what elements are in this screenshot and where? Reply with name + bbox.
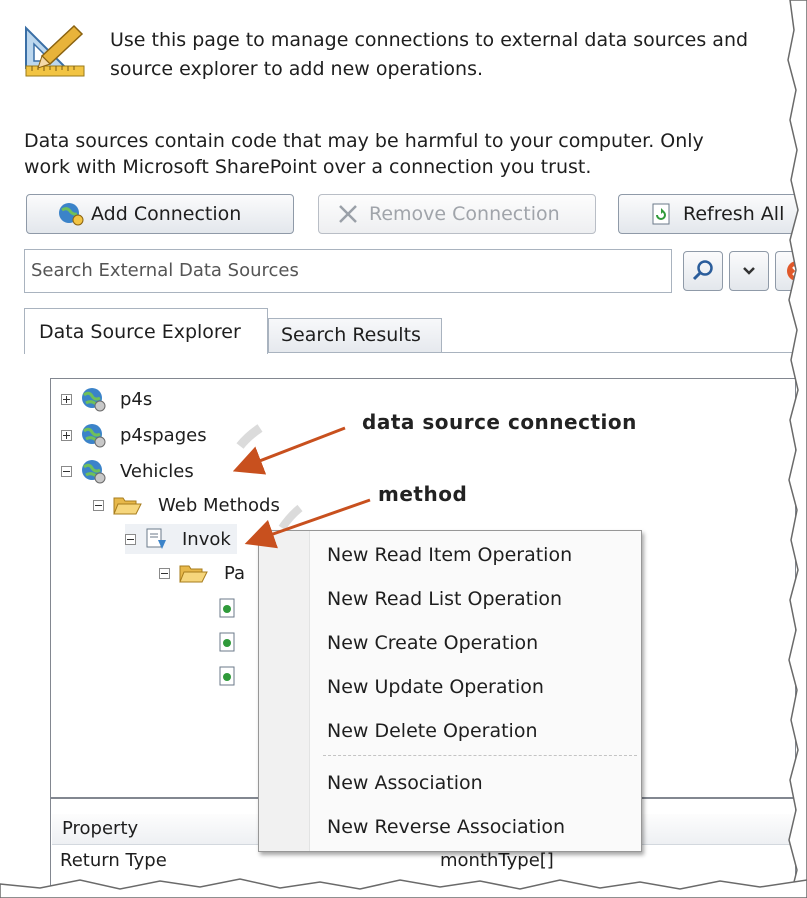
ruler-pencil-icon — [22, 24, 86, 80]
tree-item-label: Pa — [224, 562, 246, 584]
collapse-icon[interactable] — [159, 567, 170, 579]
search-button[interactable] — [683, 251, 723, 291]
expand-icon[interactable] — [61, 429, 72, 441]
menu-icon-column — [259, 531, 310, 851]
menu-item-new-association[interactable]: New Association — [327, 768, 483, 798]
tree-item-label: Web Methods — [158, 494, 280, 516]
refresh-all-label: Refresh All — [683, 203, 785, 225]
field-icon[interactable] — [219, 666, 235, 686]
menu-item-new-delete-operation[interactable]: New Delete Operation — [327, 716, 538, 746]
add-connection-button[interactable]: Add Connection — [26, 194, 294, 234]
expand-icon[interactable] — [61, 393, 72, 405]
menu-separator — [323, 755, 637, 756]
tree-item-label: p4s — [120, 388, 153, 410]
property-column-header: Property — [62, 818, 139, 839]
folder-open-icon — [112, 493, 142, 517]
collapse-icon[interactable] — [61, 465, 72, 477]
globe-gear-icon — [80, 386, 106, 412]
tree-item-vehicles[interactable]: Vehicles — [61, 456, 194, 486]
globe-gear-icon — [80, 422, 106, 448]
context-menu: New Read Item Operation New Read List Op… — [258, 530, 642, 852]
tree-item-parameters[interactable]: Pa — [159, 558, 245, 588]
method-icon — [144, 527, 168, 551]
tree-item-web-methods[interactable]: Web Methods — [93, 490, 280, 520]
field-icon[interactable] — [219, 632, 235, 652]
warning-text: Data sources contain code that may be ha… — [24, 130, 704, 178]
menu-item-new-read-item-operation[interactable]: New Read Item Operation — [327, 540, 572, 570]
menu-item-new-update-operation[interactable]: New Update Operation — [327, 672, 544, 702]
refresh-all-button[interactable]: Refresh All — [618, 194, 807, 234]
remove-connection-label: Remove Connection — [369, 203, 560, 225]
close-icon — [787, 261, 807, 281]
tree-item-label: Invok — [182, 528, 231, 550]
tree-item-label: p4spages — [120, 424, 207, 446]
remove-icon — [337, 203, 359, 225]
collapse-icon[interactable] — [93, 499, 104, 511]
annotation-method: method — [378, 482, 468, 506]
search-input[interactable]: Search External Data Sources — [24, 249, 672, 293]
clear-search-button[interactable] — [775, 251, 807, 291]
chevron-down-icon — [743, 267, 755, 275]
add-connection-label: Add Connection — [91, 203, 242, 225]
tree-item-p4spages[interactable]: p4spages — [61, 420, 207, 450]
search-placeholder: Search External Data Sources — [31, 260, 299, 281]
annotation-connection: data source connection — [362, 410, 637, 434]
intro-text: Use this page to manage connections to e… — [110, 29, 749, 80]
search-options-button[interactable] — [729, 251, 769, 291]
tree-item-label: Vehicles — [120, 460, 194, 482]
collapse-icon[interactable] — [125, 533, 136, 545]
remove-connection-button[interactable]: Remove Connection — [318, 194, 596, 234]
tree-item-p4s[interactable]: p4s — [61, 384, 152, 414]
folder-open-icon — [178, 561, 208, 585]
field-icon[interactable] — [219, 598, 235, 618]
tree-item-invoke[interactable]: Invok — [125, 524, 237, 554]
property-value: monthType[] — [440, 850, 554, 871]
add-connection-icon — [57, 201, 85, 227]
tab-search-results[interactable]: Search Results — [268, 318, 442, 352]
menu-item-new-read-list-operation[interactable]: New Read List Operation — [327, 584, 562, 614]
search-icon — [692, 260, 713, 281]
menu-item-new-reverse-association[interactable]: New Reverse Association — [327, 812, 565, 842]
menu-item-new-create-operation[interactable]: New Create Operation — [327, 628, 538, 658]
property-name: Return Type — [60, 850, 167, 871]
globe-gear-icon — [80, 458, 106, 484]
tab-data-source-explorer[interactable]: Data Source Explorer — [24, 308, 268, 354]
refresh-icon — [651, 203, 671, 225]
